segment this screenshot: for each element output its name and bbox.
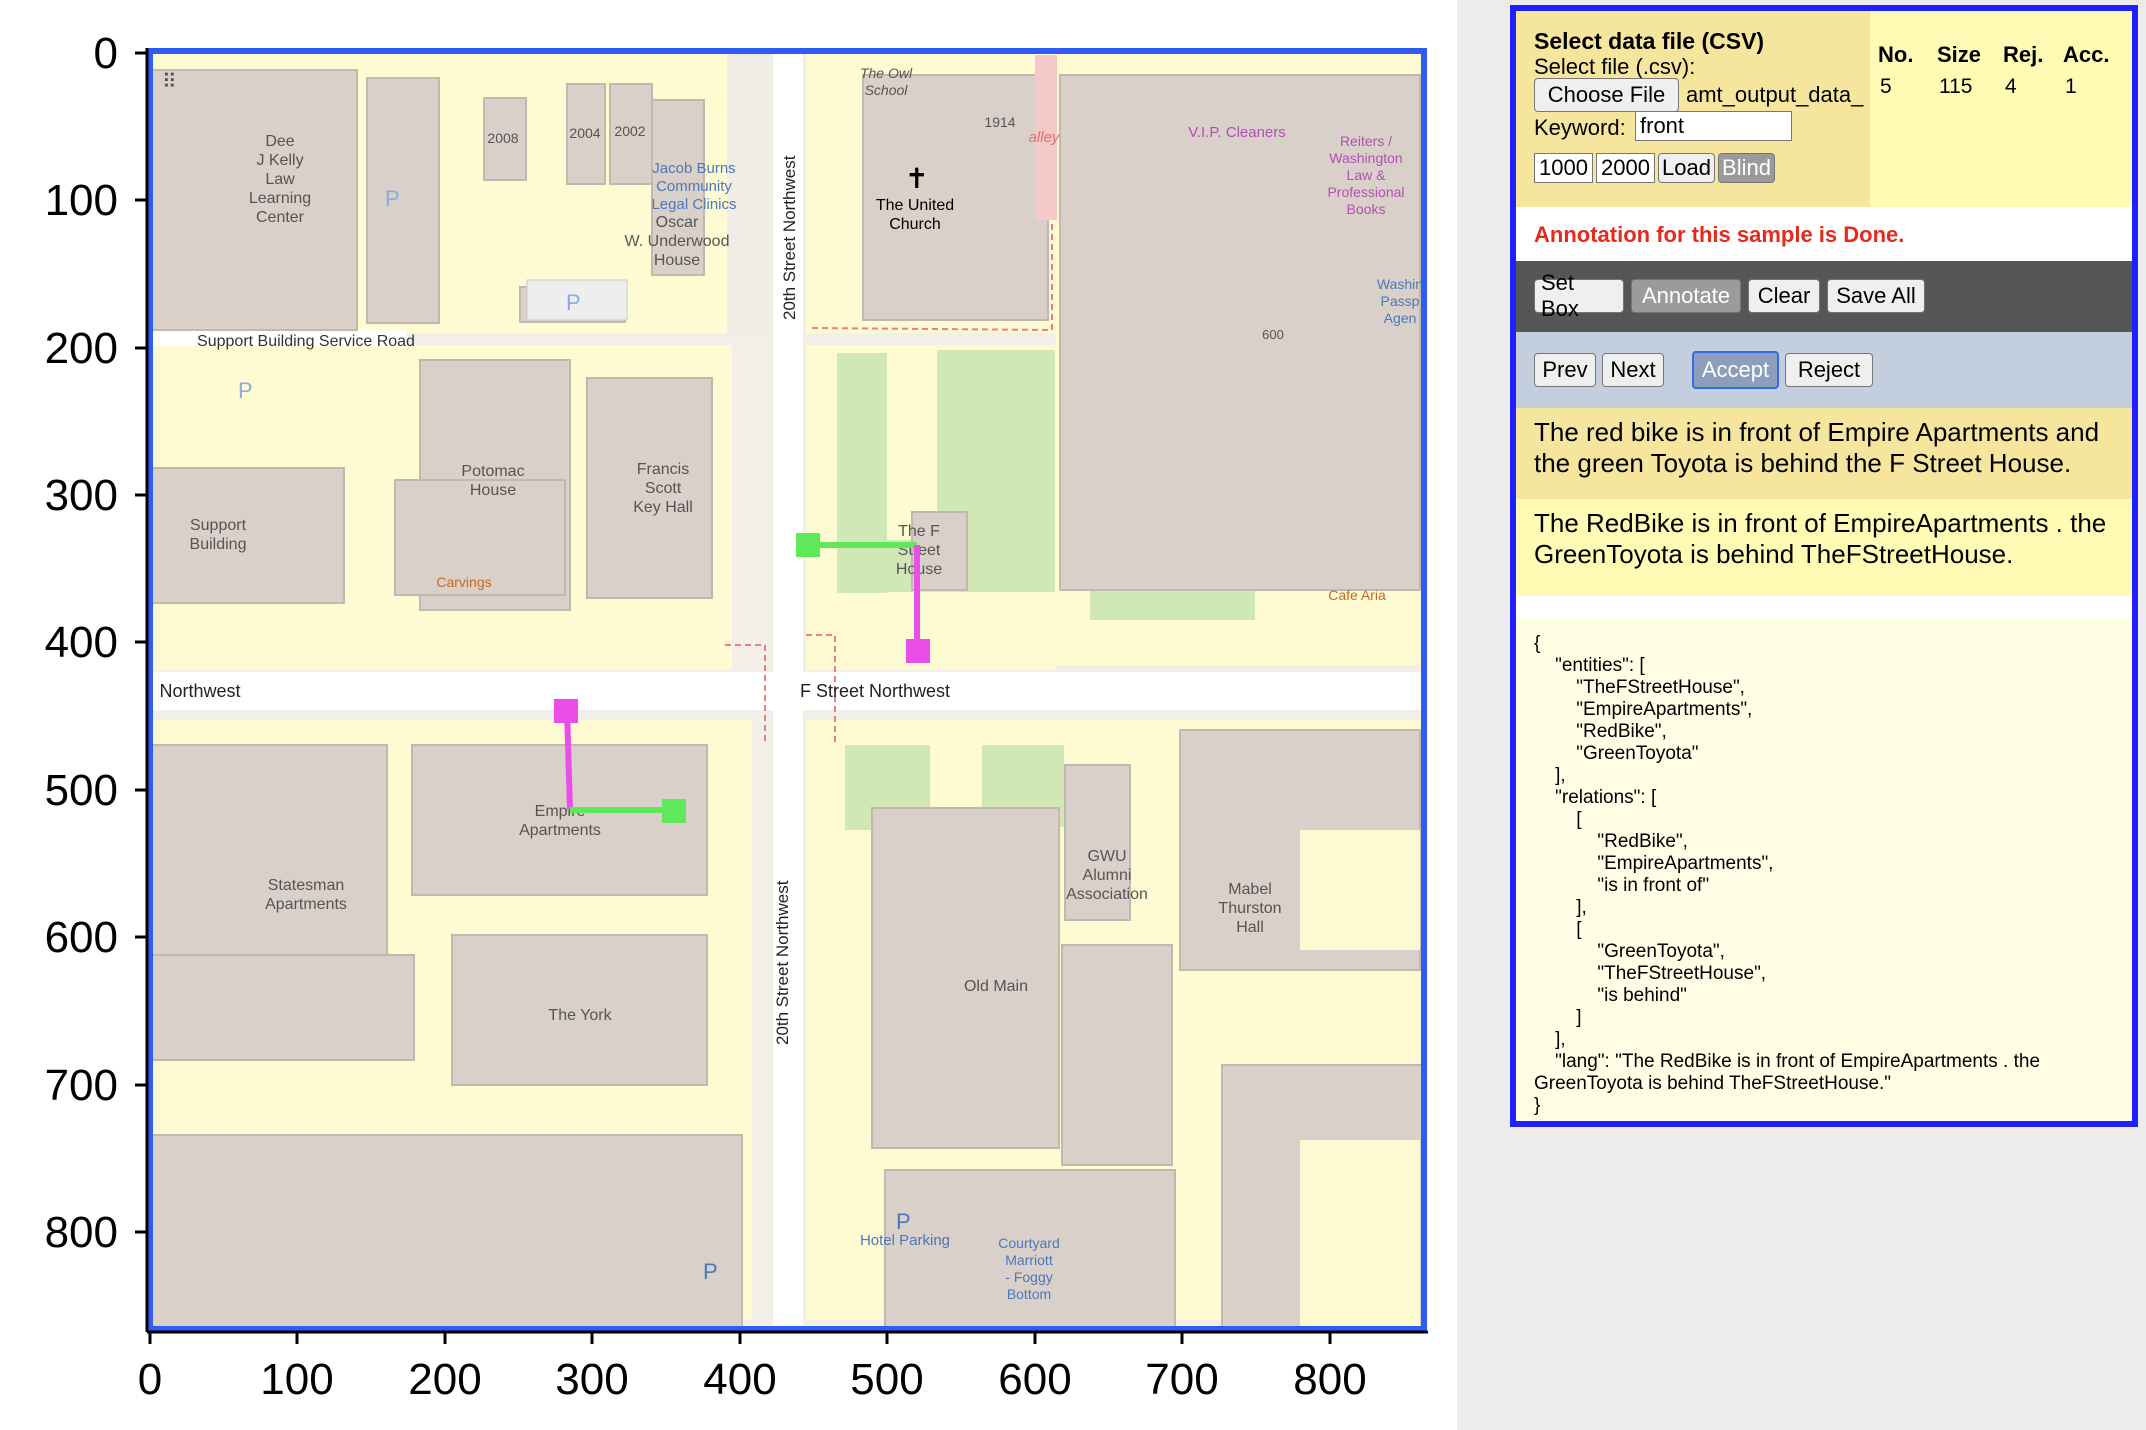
stats-value-rej: 4 [2005, 75, 2017, 98]
next-button[interactable]: Next [1602, 353, 1664, 387]
svg-text:alley: alley [1029, 129, 1061, 146]
stats-header-size: Size [1937, 42, 1982, 67]
status-message: Annotation for this sample is Done. [1534, 222, 1905, 247]
blind-button[interactable]: Blind [1718, 153, 1775, 183]
y-tick-label: 200 [45, 324, 118, 373]
range-end-input[interactable] [1596, 153, 1655, 183]
y-tick-label: 400 [45, 618, 118, 667]
clear-button[interactable]: Clear [1748, 279, 1820, 313]
street-label-bottom: 20th Street Northwest [773, 880, 792, 1045]
svg-text:The York: The York [548, 1007, 612, 1024]
navigation-bar: Prev Next Accept Reject [1516, 332, 2132, 408]
svg-text:Jacob BurnsCommunityLegal Clin: Jacob Burns Community Legal Clinics [651, 160, 736, 213]
x-tick-label: 600 [998, 1355, 1071, 1404]
svg-text:Hotel Parking: Hotel Parking [860, 1232, 950, 1249]
y-tick-label: 100 [45, 176, 118, 225]
magenta-marker [906, 639, 930, 663]
annotate-button[interactable]: Annotate [1631, 279, 1741, 313]
y-tick-label: 600 [45, 913, 118, 962]
svg-text:WashinPasspAgen: Washin Passp Agen [1377, 276, 1423, 326]
svg-text:Cafe Aria: Cafe Aria [1328, 587, 1386, 603]
svg-text:The OwlSchool: The Owl School [860, 65, 913, 98]
save-all-button[interactable]: Save All [1827, 279, 1925, 313]
file-name-label: amt_output_data_ [1686, 82, 1864, 107]
svg-text:2008: 2008 [487, 130, 518, 146]
svg-text:P: P [385, 186, 400, 211]
stats-value-acc: 1 [2065, 75, 2077, 98]
x-tick-label: 100 [260, 1355, 333, 1404]
svg-text:2002: 2002 [614, 123, 645, 139]
x-tick-labels: 0 100 200 300 400 500 600 700 800 [138, 1355, 1367, 1404]
y-tick-label: 300 [45, 471, 118, 520]
keyword-label: Keyword: [1534, 115, 1626, 140]
status-bar: Annotation for this sample is Done. [1516, 207, 2132, 261]
y-tick-label: 800 [45, 1208, 118, 1257]
grid-icon: ⠿ [162, 71, 177, 93]
set-box-button[interactable]: Set Box [1534, 270, 1624, 321]
svg-text:Old Main: Old Main [964, 978, 1028, 995]
map-image: Dee J Kelly Law Learning Center 2008 2004 20… [152, 53, 1423, 1327]
svg-text:P: P [566, 290, 581, 315]
json-output-area: { "entities": [ "TheFStreetHouse", "Empi… [1516, 618, 2132, 1121]
stats-header-rej: Rej. [2003, 42, 2044, 67]
select-file-label: Select file (.csv): [1534, 54, 1696, 79]
stats-value-no: 5 [1880, 75, 1892, 98]
y-tick-label: 0 [94, 29, 118, 78]
x-tick-label: 400 [703, 1355, 776, 1404]
x-tick-label: 500 [850, 1355, 923, 1404]
file-controls: Select data file (CSV) Select file (.csv… [1516, 11, 1870, 207]
svg-text:Carvings: Carvings [436, 574, 491, 590]
x-tick-label: 300 [555, 1355, 628, 1404]
x-tick-label: 0 [138, 1355, 162, 1404]
svg-text:2004: 2004 [569, 125, 600, 141]
x-tick-label: 200 [408, 1355, 481, 1404]
processed-sentence: The RedBike is in front of EmpireApartme… [1516, 499, 2132, 596]
x-tick-label: 700 [1145, 1355, 1218, 1404]
svg-text:V.I.P. Cleaners: V.I.P. Cleaners [1188, 124, 1286, 141]
magenta-marker [554, 699, 578, 723]
original-sentence: The red bike is in front of Empire Apart… [1516, 408, 2132, 499]
y-tick-labels: 0 100 200 300 400 500 600 700 800 [45, 29, 118, 1257]
svg-text:Northwest: Northwest [159, 681, 240, 701]
annotation-panel: Select data file (CSV) Select file (.csv… [1510, 5, 2138, 1127]
toolbar: Set Box Annotate Clear Save All [1516, 261, 2132, 332]
svg-text:CourtyardMarriott- FoggyBottom: Courtyard Marriott - Foggy Bottom [998, 1235, 1059, 1302]
y-tick-label: 500 [45, 766, 118, 815]
stats-value-size: 115 [1939, 75, 1973, 98]
accept-button[interactable]: Accept [1692, 351, 1779, 389]
prev-button[interactable]: Prev [1534, 353, 1596, 387]
range-start-input[interactable] [1534, 153, 1593, 183]
load-button[interactable]: Load [1658, 153, 1715, 183]
keyword-input[interactable] [1635, 111, 1792, 141]
svg-text:F Street Northwest: F Street Northwest [800, 681, 950, 701]
stats-header-no: No. [1878, 42, 1914, 67]
choose-file-button[interactable]: Choose File [1534, 78, 1679, 112]
map-plot: Dee J Kelly Law Learning Center 2008 2004 20… [0, 0, 1457, 1430]
svg-text:1914: 1914 [984, 114, 1015, 130]
church-cross-icon: ✝ [905, 163, 928, 194]
svg-text:P: P [703, 1259, 718, 1284]
stats-header-acc: Acc. [2063, 42, 2110, 67]
street-label-top: 20th Street Northwest [780, 155, 799, 320]
svg-text:Support Building Service Road: Support Building Service Road [197, 333, 415, 350]
green-marker [796, 533, 820, 557]
select-data-title: Select data file (CSV) [1534, 28, 1765, 54]
svg-text:P: P [896, 1209, 911, 1234]
json-output: { "entities": [ "TheFStreetHouse", "Empi… [1534, 633, 2041, 1116]
svg-text:P: P [238, 378, 253, 403]
svg-text:600: 600 [1262, 327, 1284, 342]
file-section: Select data file (CSV) Select file (.csv… [1516, 11, 2132, 207]
x-tick-label: 800 [1293, 1355, 1366, 1404]
reject-button[interactable]: Reject [1785, 353, 1873, 387]
y-tick-label: 700 [45, 1061, 118, 1110]
green-marker [662, 799, 686, 823]
